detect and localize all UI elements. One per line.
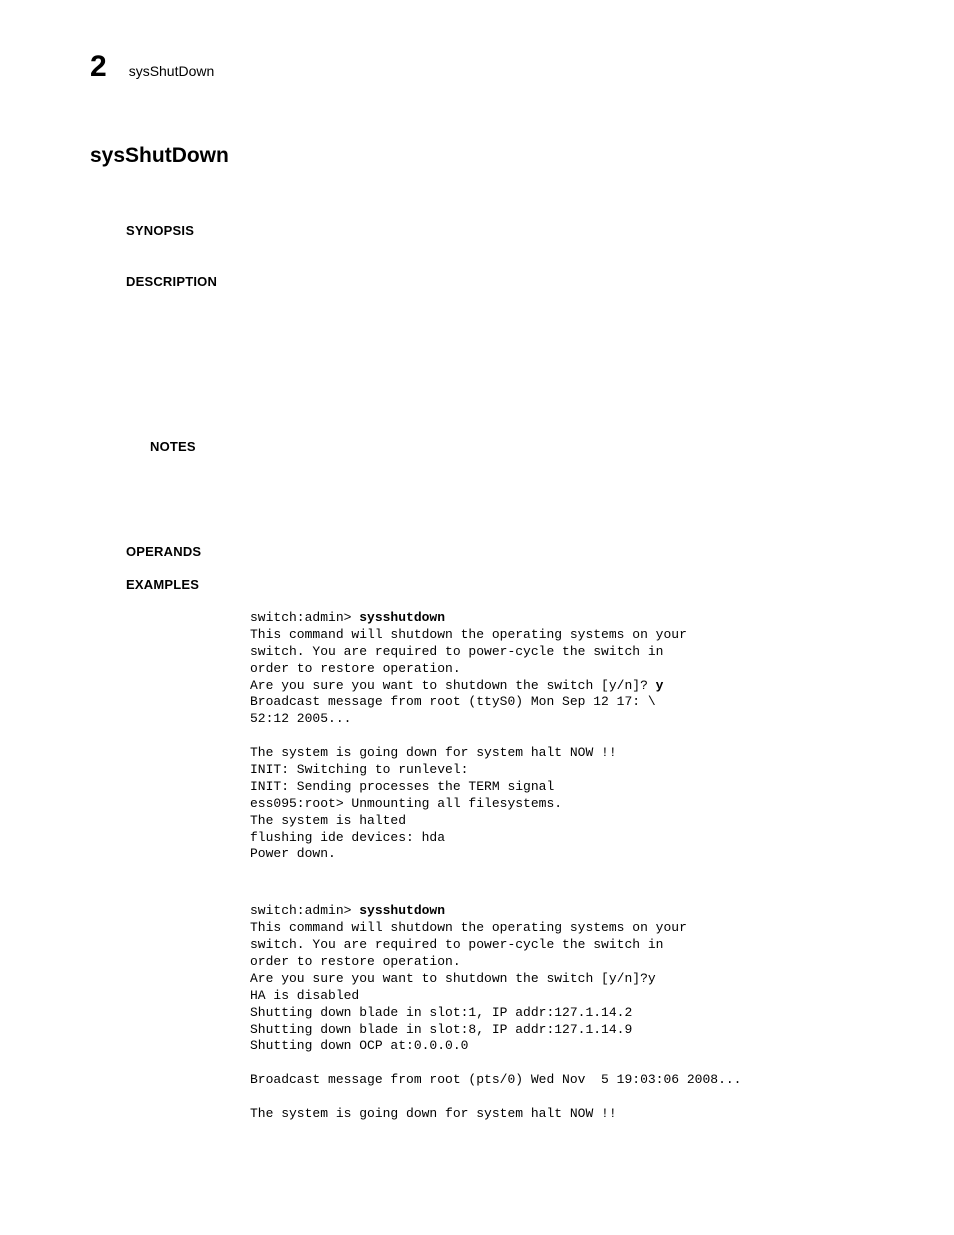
- section-examples-label: EXAMPLES: [126, 577, 874, 592]
- prompt: switch:admin>: [250, 610, 359, 625]
- header-command-name: sysShutDown: [129, 63, 215, 79]
- user-input: y: [656, 678, 664, 693]
- command: sysshutdown: [359, 610, 445, 625]
- example-block-1: switch:admin> sysshutdown This command w…: [250, 610, 874, 863]
- document-page: 2 sysShutDown sysShutDown SYNOPSIS DESCR…: [0, 0, 954, 1173]
- page-title: sysShutDown: [90, 144, 874, 168]
- output-text: Broadcast message from root (ttyS0) Mon …: [250, 694, 656, 861]
- chapter-number: 2: [90, 50, 107, 84]
- page-header: 2 sysShutDown: [90, 50, 874, 84]
- section-notes-label: NOTES: [150, 439, 874, 454]
- section-operands-label: OPERANDS: [126, 544, 874, 559]
- section-description-label: DESCRIPTION: [126, 274, 874, 289]
- output-text: This command will shutdown the operating…: [250, 920, 741, 1121]
- prompt: switch:admin>: [250, 903, 359, 918]
- command: sysshutdown: [359, 903, 445, 918]
- output-text: This command will shutdown the operating…: [250, 627, 687, 693]
- section-synopsis-label: SYNOPSIS: [126, 223, 874, 238]
- example-block-2: switch:admin> sysshutdown This command w…: [250, 903, 874, 1123]
